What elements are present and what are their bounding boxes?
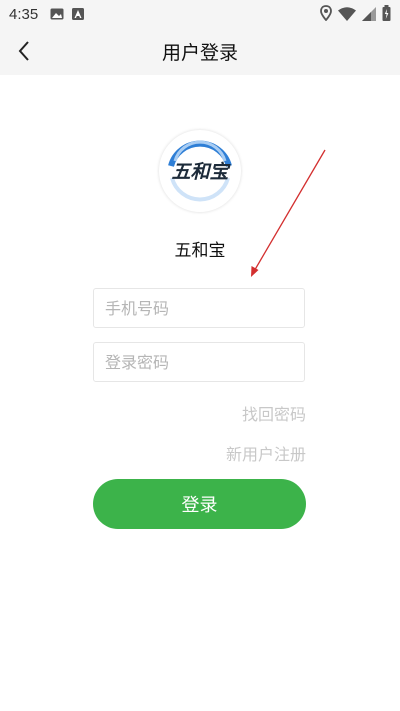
forgot-password-link[interactable]: 找回密码 bbox=[242, 401, 306, 425]
phone-input[interactable] bbox=[93, 288, 305, 328]
chevron-left-icon bbox=[18, 41, 29, 61]
app-bar: 用户登录 bbox=[0, 28, 400, 75]
battery-icon bbox=[382, 5, 391, 25]
new-user-register-link[interactable]: 新用户注册 bbox=[226, 441, 306, 465]
app-name: 五和宝 bbox=[174, 241, 226, 261]
image-icon bbox=[50, 8, 64, 20]
signal-icon bbox=[362, 6, 376, 25]
login-button[interactable]: 登录 bbox=[93, 479, 306, 529]
back-button[interactable] bbox=[12, 39, 36, 63]
logo-text: 五和宝 bbox=[171, 161, 231, 183]
a-letter-icon bbox=[72, 8, 85, 20]
wifi-icon bbox=[338, 6, 356, 25]
password-input[interactable] bbox=[93, 342, 305, 382]
app-logo: 五和宝 bbox=[159, 130, 241, 212]
location-icon bbox=[320, 5, 332, 25]
page-title: 用户登录 bbox=[161, 42, 238, 64]
status-bar: 4:35 bbox=[0, 0, 400, 28]
status-time: 4:35 bbox=[9, 5, 39, 23]
